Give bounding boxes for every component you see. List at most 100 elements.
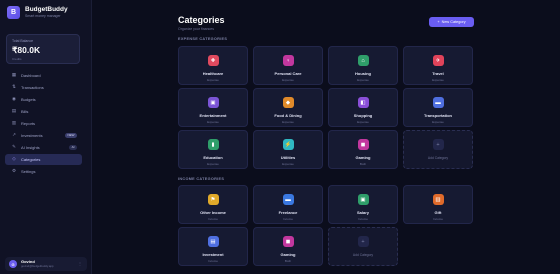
brand[interactable]: B BudgetBuddy Smart money manager xyxy=(7,6,68,19)
category-card[interactable]: ▥ Gift Income xyxy=(403,185,473,224)
category-card[interactable]: ♀ Personal Care Expense xyxy=(253,46,323,85)
sidebar-item-reports[interactable]: ▥ Reports xyxy=(5,118,82,129)
entertainment-icon: ▣ xyxy=(207,97,219,108)
brand-tagline: Smart money manager xyxy=(25,13,61,18)
category-type: Both xyxy=(359,162,367,166)
personal-care-icon: ♀ xyxy=(282,55,294,66)
category-type: Income xyxy=(283,217,293,221)
gift-icon: ▥ xyxy=(432,194,444,205)
category-name: Gaming xyxy=(280,252,296,257)
investment-icon: ▤ xyxy=(207,236,219,247)
sidebar-item-label: Investments xyxy=(21,132,43,138)
balance-label: Total Balance xyxy=(12,39,34,43)
category-type: Income xyxy=(208,217,218,221)
category-name: Food & Dining xyxy=(274,113,302,118)
category-name: Freelance xyxy=(278,210,298,215)
categories-icon: ◇ xyxy=(12,156,16,162)
healthcare-icon: ✚ xyxy=(207,55,219,66)
sidebar-item-label: Transactions xyxy=(21,84,44,90)
category-type: Expense xyxy=(357,78,369,82)
transportation-icon: ▬ xyxy=(432,97,444,108)
balance-card: Total Balance ₹80.0K Credits xyxy=(6,34,80,64)
sidebar-item-dashboard[interactable]: ▦ Dashboard xyxy=(5,70,82,81)
sidebar-item-label: Settings xyxy=(21,168,36,174)
income-section-label: INCOME CATEGORIES xyxy=(178,177,225,181)
category-type: Expense xyxy=(282,162,294,166)
more-menu-icon[interactable]: ⋮ xyxy=(78,261,82,266)
gaming-icon: ◼ xyxy=(282,236,294,247)
sidebar-item-ai-insights[interactable]: ✎ AI Insights AI xyxy=(5,142,82,153)
sidebar-item-label: Budgets xyxy=(21,96,36,102)
balance-amount: ₹80.0K xyxy=(12,45,41,55)
investments-icon: ↗ xyxy=(12,132,16,138)
add-category-card[interactable]: + Add Category xyxy=(403,130,473,169)
category-card[interactable]: ◆ Food & Dining Expense xyxy=(253,88,323,127)
balance-sub: Credits xyxy=(12,57,22,61)
sidebar-item-investments[interactable]: ↗ Investments NEW xyxy=(5,130,82,141)
category-card[interactable]: ◼ Gaming Both xyxy=(328,130,398,169)
plus-icon: + xyxy=(357,236,369,247)
sidebar: B BudgetBuddy Smart money manager Total … xyxy=(0,0,92,274)
brand-logo-icon: B xyxy=(7,6,20,19)
category-type: Expense xyxy=(282,78,294,82)
category-card[interactable]: ▣ Entertainment Expense xyxy=(178,88,248,127)
category-card[interactable]: ✚ Healthcare Expense xyxy=(178,46,248,85)
new-badge: NEW xyxy=(65,132,77,138)
bills-icon: ▤ xyxy=(11,108,17,114)
category-card[interactable]: ▬ Transportation Expense xyxy=(403,88,473,127)
budgets-icon: ◉ xyxy=(12,96,16,102)
category-type: Expense xyxy=(207,120,219,124)
category-type: Both xyxy=(284,259,292,263)
transactions-icon: ⇅ xyxy=(12,84,16,90)
user-profile[interactable]: G Govind govind@budgetbuddy.app ⋮ xyxy=(5,257,87,271)
category-name: Investment xyxy=(202,252,224,257)
category-card[interactable]: ▬ Freelance Income xyxy=(253,185,323,224)
category-name: Personal Care xyxy=(274,71,302,76)
new-category-button[interactable]: + New Category xyxy=(429,17,474,27)
category-name: Utilities xyxy=(280,155,296,160)
category-card[interactable]: ⚑ Other Income Income xyxy=(178,185,248,224)
category-name: Shopping xyxy=(353,113,373,118)
category-type: Income xyxy=(358,217,368,221)
plus-icon: + xyxy=(437,20,440,24)
housing-icon: ⌂ xyxy=(357,55,369,66)
sidebar-item-bills[interactable]: ▤ Bills xyxy=(5,106,82,117)
category-name: Travel xyxy=(432,71,444,76)
sidebar-item-budgets[interactable]: ◉ Budgets xyxy=(5,94,82,105)
sidebar-item-label: AI Insights xyxy=(21,144,40,150)
ai-insights-icon: ✎ xyxy=(12,144,16,150)
sidebar-item-categories[interactable]: ◇ Categories xyxy=(5,154,82,165)
new-category-label: New Category xyxy=(441,20,466,24)
category-type: Expense xyxy=(207,162,219,166)
category-type: Expense xyxy=(207,78,219,82)
category-name: Transportation xyxy=(423,113,452,118)
category-card[interactable]: ◼ Gaming Both xyxy=(253,227,323,266)
sidebar-item-label: Categories xyxy=(21,156,41,162)
add-category-card[interactable]: + Add Category xyxy=(328,227,398,266)
ai-badge: AI xyxy=(69,144,77,150)
sidebar-item-transactions[interactable]: ⇅ Transactions xyxy=(5,82,82,93)
sidebar-item-label: Dashboard xyxy=(21,72,41,78)
sidebar-item-settings[interactable]: ⚙ Settings xyxy=(5,166,82,177)
category-card[interactable]: ▣ Salary Income xyxy=(328,185,398,224)
category-name: Salary xyxy=(356,210,369,215)
page-subtitle: Organize your finances xyxy=(178,27,214,31)
category-card[interactable]: ✈ Travel Expense xyxy=(403,46,473,85)
reports-icon: ▥ xyxy=(11,120,17,126)
utilities-icon: ⚡ xyxy=(282,139,294,150)
sidebar-nav: ▦ Dashboard ⇅ Transactions ◉ Budgets ▤ B… xyxy=(5,70,82,178)
category-type: Expense xyxy=(432,78,444,82)
other-income-icon: ⚑ xyxy=(207,194,219,205)
category-card[interactable]: ▮ Education Expense xyxy=(178,130,248,169)
travel-icon: ✈ xyxy=(432,55,444,66)
sidebar-item-label: Bills xyxy=(21,108,29,114)
category-card[interactable]: ◧ Shopping Expense xyxy=(328,88,398,127)
category-type: Expense xyxy=(357,120,369,124)
category-name: Other Income xyxy=(200,210,226,215)
category-card[interactable]: ⚡ Utilities Expense xyxy=(253,130,323,169)
plus-icon: + xyxy=(432,139,444,150)
category-name: Gaming xyxy=(355,155,371,160)
category-card[interactable]: ⌂ Housing Expense xyxy=(328,46,398,85)
category-card[interactable]: ▤ Investment Income xyxy=(178,227,248,266)
category-type: Expense xyxy=(432,120,444,124)
